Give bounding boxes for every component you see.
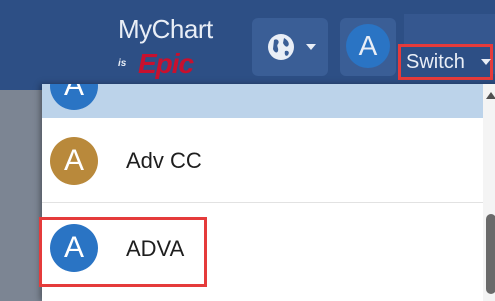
profile-button[interactable]: A xyxy=(340,18,396,76)
switch-label: Switch xyxy=(406,51,465,73)
scroll-up-arrow-icon[interactable] xyxy=(486,92,495,99)
account-switch-dropdown: A A Adv CC A ADVA xyxy=(39,84,495,301)
annotation-highlight xyxy=(39,217,207,287)
avatar: A xyxy=(346,24,390,68)
logo-vendor: Epic xyxy=(138,48,194,79)
chevron-down-icon xyxy=(481,59,491,65)
app-header: MyChart is Epic A Switch xyxy=(0,0,495,90)
mychart-logo[interactable]: MyChart is Epic xyxy=(112,14,232,78)
list-item[interactable]: A xyxy=(42,84,492,118)
logo-tagline: is xyxy=(118,58,127,69)
scrollbar-thumb[interactable] xyxy=(486,214,495,294)
language-button[interactable] xyxy=(252,18,328,76)
avatar: A xyxy=(50,84,98,110)
chevron-down-icon xyxy=(306,44,316,50)
logo-brand: MyChart xyxy=(118,14,213,44)
list-item[interactable]: A Adv CC xyxy=(42,126,492,196)
switch-button[interactable]: Switch xyxy=(398,44,493,80)
divider xyxy=(42,202,492,203)
avatar: A xyxy=(50,137,98,185)
globe-icon xyxy=(268,34,294,60)
account-name: Adv CC xyxy=(126,148,202,173)
